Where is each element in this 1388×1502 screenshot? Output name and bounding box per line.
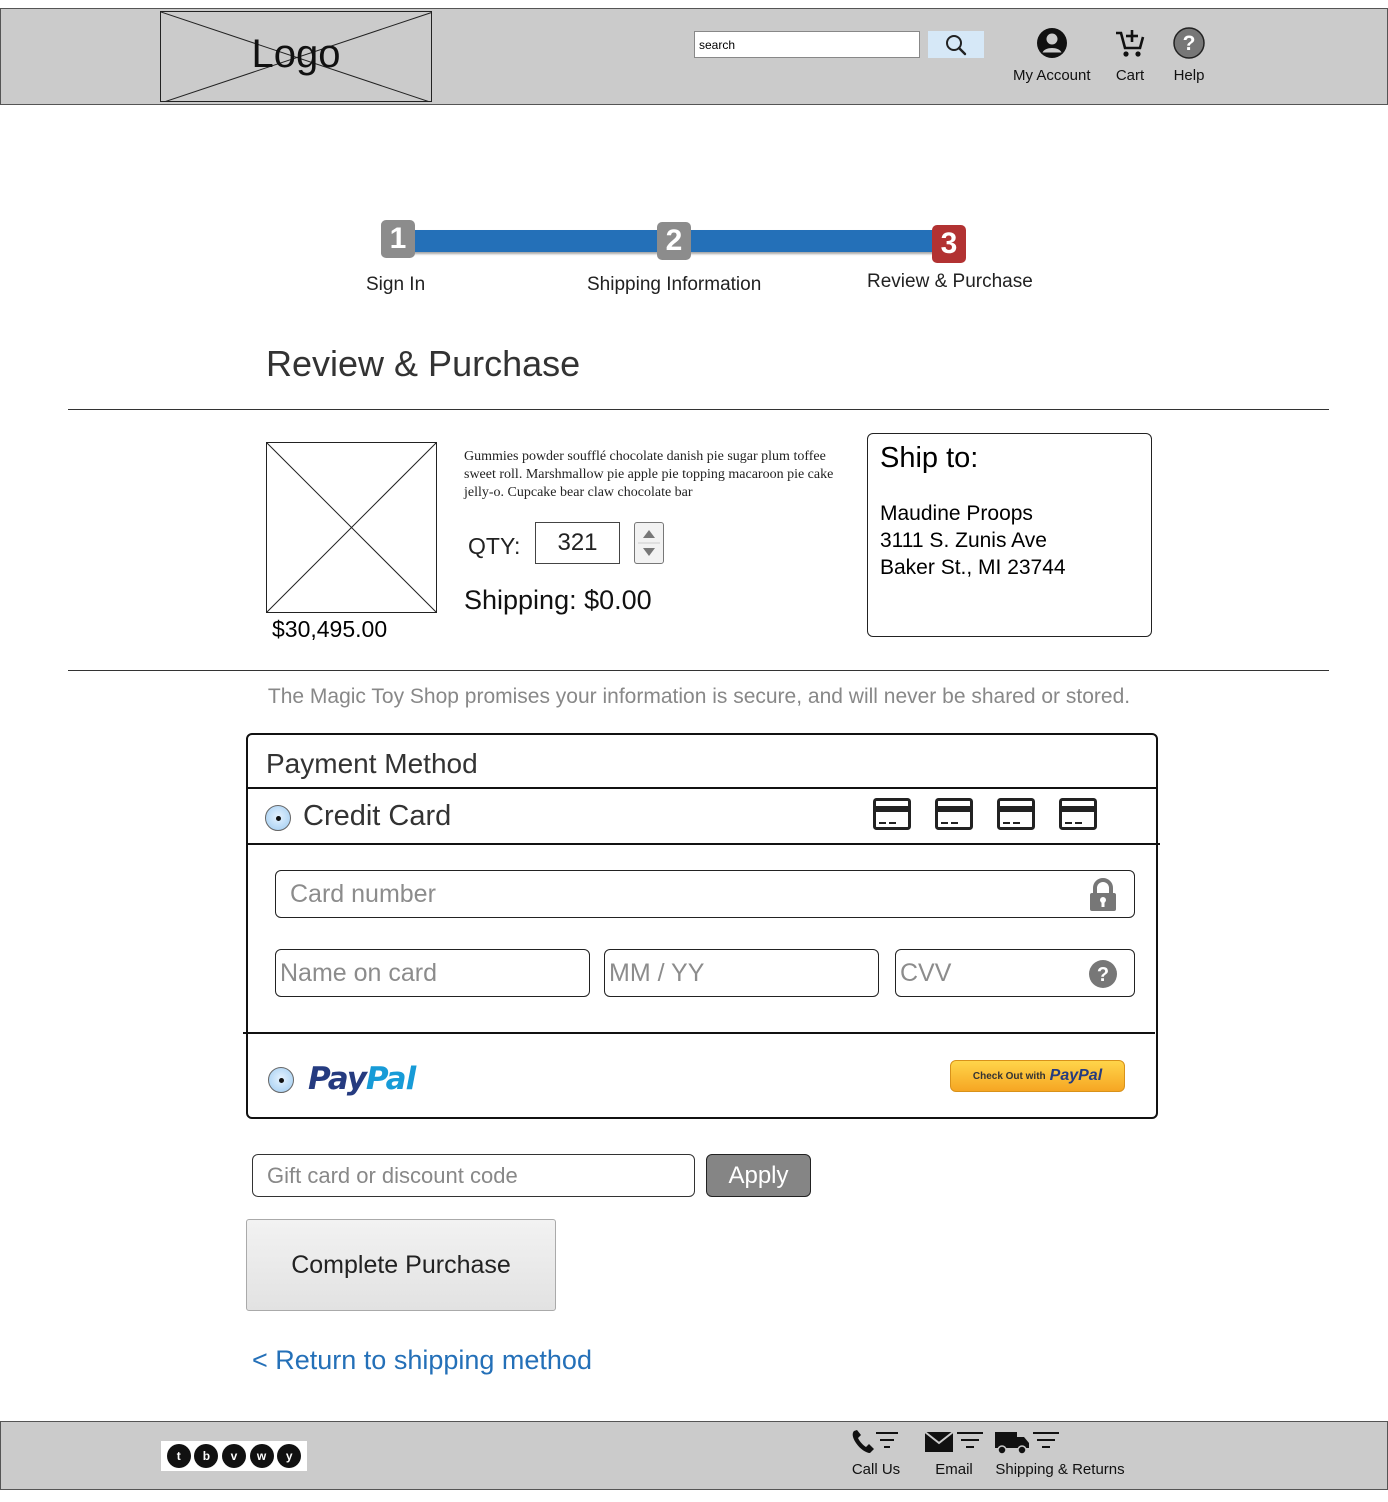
help-label: Help (1173, 67, 1205, 84)
cvv-help-icon[interactable]: ? (1088, 959, 1118, 989)
call-us-label: Call Us (851, 1461, 901, 1478)
logo[interactable]: Logo (160, 11, 432, 102)
ship-to-address-line2: Baker St., MI 23744 (880, 556, 1066, 579)
tumblr-icon[interactable]: t (166, 1444, 191, 1468)
social-links: t b v w y (161, 1441, 307, 1471)
divider (68, 670, 1329, 671)
ship-to-box: Ship to: Maudine Proops 3111 S. Zunis Av… (867, 433, 1152, 637)
name-on-card-placeholder: Name on card (280, 958, 438, 987)
vimeo-icon[interactable]: v (221, 1444, 246, 1468)
gift-code-placeholder: Gift card or discount code (267, 1162, 518, 1188)
security-note: The Magic Toy Shop promises your informa… (267, 685, 1131, 708)
payment-method-title: Payment Method (266, 748, 478, 779)
paypal-radio[interactable] (268, 1067, 294, 1093)
gift-code-input[interactable]: Gift card or discount code (252, 1154, 695, 1197)
divider (243, 1032, 1155, 1034)
paypal-button-prefix: Check Out with (972, 1070, 1046, 1082)
cvv-field[interactable]: CVV ? (895, 949, 1135, 997)
account-icon (1036, 28, 1067, 58)
my-account-link[interactable]: My Account (1013, 27, 1091, 84)
image-placeholder-icon (266, 442, 437, 613)
shipping-returns-link[interactable]: Shipping & Returns (995, 1428, 1125, 1478)
step-2-badge: 2 (657, 222, 691, 260)
complete-purchase-button[interactable]: Complete Purchase (246, 1219, 556, 1311)
qty-input[interactable]: 321 (535, 522, 620, 564)
qty-label: QTY: (468, 533, 521, 559)
credit-card-icon (1059, 798, 1097, 830)
email-label: Email (935, 1461, 973, 1478)
qty-stepper[interactable] (634, 522, 664, 564)
shipping-returns-label: Shipping & Returns (995, 1461, 1125, 1478)
paypal-checkout-button[interactable]: Check Out with PayPal (950, 1060, 1125, 1092)
site-footer: t b v w y Call Us Email Shipping & Retur… (0, 1421, 1388, 1490)
email-link[interactable]: Email (923, 1428, 985, 1478)
step-1-badge: 1 (381, 220, 415, 258)
divider (248, 843, 1160, 845)
twitter-icon[interactable]: b (194, 1444, 219, 1468)
divider (68, 409, 1329, 410)
cart-icon (1116, 30, 1145, 57)
return-to-shipping-link[interactable]: < Return to shipping method (252, 1345, 592, 1376)
credit-card-icon (997, 798, 1035, 830)
step-1-label[interactable]: Sign In (366, 274, 425, 296)
youtube-icon[interactable]: y (277, 1444, 302, 1468)
svg-text:?: ? (1097, 964, 1109, 986)
step-2-label[interactable]: Shipping Information (587, 274, 761, 296)
phone-icon (852, 1430, 898, 1453)
credit-card-icon (935, 798, 973, 830)
credit-card-icon (873, 798, 911, 830)
step-progress-bar (412, 230, 672, 252)
credit-card-label[interactable]: Credit Card (303, 800, 451, 833)
email-icon (924, 1431, 983, 1452)
page-title: Review & Purchase (266, 343, 581, 384)
call-us-link[interactable]: Call Us (850, 1428, 902, 1478)
help-link[interactable]: ? Help (1173, 27, 1205, 84)
card-number-field[interactable]: Card number (275, 870, 1135, 918)
expiry-field[interactable]: MM / YY (604, 949, 879, 997)
truck-icon (995, 1432, 1059, 1455)
site-header: Logo My Account Cart ? Help (0, 8, 1388, 105)
search-button[interactable] (928, 31, 984, 58)
paypal-logo-pal: Pal (365, 1061, 416, 1097)
search-input[interactable] (694, 31, 920, 58)
cart-link[interactable]: Cart (1114, 27, 1146, 84)
logo-text: Logo (251, 32, 341, 76)
product-price: $30,495.00 (272, 616, 388, 642)
expiry-placeholder: MM / YY (609, 958, 705, 987)
lock-icon (1090, 878, 1116, 911)
paypal-button-brand: PayPal (1049, 1067, 1103, 1084)
credit-card-radio[interactable] (265, 805, 291, 831)
step-3-badge: 3 (932, 225, 966, 263)
cart-label: Cart (1115, 67, 1145, 84)
paypal-logo: PayPal (308, 1061, 416, 1097)
product-image (266, 442, 437, 613)
search-icon (946, 34, 967, 55)
ship-to-address-line1: 3111 S. Zunis Ave (880, 529, 1047, 552)
my-account-label: My Account (1013, 67, 1091, 84)
stepper-arrows-icon (638, 530, 660, 556)
step-progress-bar (688, 230, 948, 252)
divider (248, 787, 1156, 789)
shipping-cost: Shipping: $0.00 (464, 585, 652, 615)
help-icon: ? (1173, 27, 1205, 59)
step-3-label: Review & Purchase (867, 271, 1033, 292)
name-on-card-field[interactable]: Name on card (275, 949, 590, 997)
wordpress-icon[interactable]: w (249, 1444, 274, 1468)
cvv-placeholder: CVV (900, 958, 952, 987)
apply-code-button[interactable]: Apply (706, 1154, 811, 1197)
product-description: Gummies powder soufflé chocolate danish … (464, 449, 834, 500)
svg-text:?: ? (1183, 32, 1196, 55)
paypal-logo-pay: Pay (308, 1061, 367, 1097)
card-number-placeholder: Card number (290, 879, 436, 908)
ship-to-name: Maudine Proops (880, 502, 1033, 525)
ship-to-title: Ship to: (880, 442, 979, 474)
